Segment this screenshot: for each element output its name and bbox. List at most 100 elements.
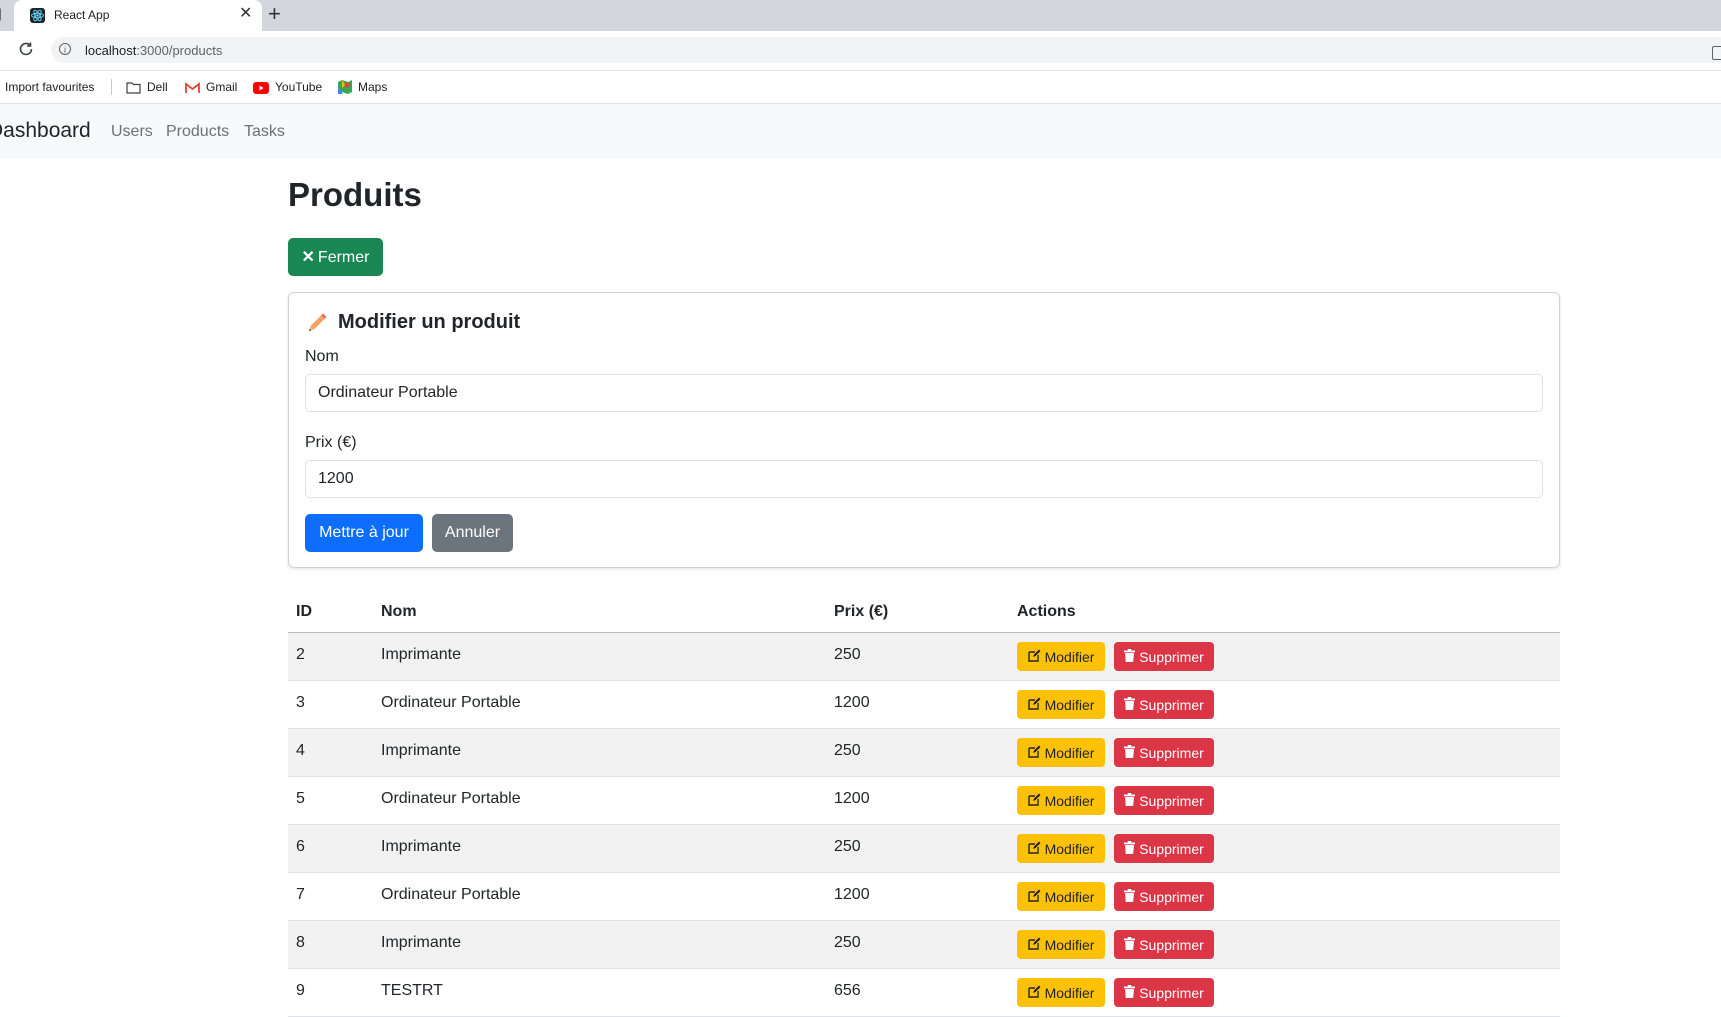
cell-nom: TESTRT	[381, 982, 443, 999]
new-tab-plus-icon[interactable]: +	[268, 3, 281, 25]
bookmark-youtube[interactable]: YouTube	[253, 80, 322, 94]
edit-row-button[interactable]: Modifier	[1017, 978, 1105, 1007]
table-row: 8 Imprimante 250 Modifier Supprimer	[288, 921, 1560, 969]
delete-row-label: Supprimer	[1139, 648, 1204, 665]
trash-icon	[1124, 648, 1136, 665]
edit-icon	[1027, 793, 1041, 809]
trash-icon	[1124, 792, 1136, 809]
previous-tab-edge[interactable]: ]	[0, 6, 2, 21]
cell-id: 8	[296, 934, 305, 951]
trash-icon	[1124, 696, 1136, 713]
edit-row-button[interactable]: Modifier	[1017, 642, 1105, 671]
bookmark-dell[interactable]: Dell	[126, 80, 168, 94]
edit-row-button[interactable]: Modifier	[1017, 738, 1105, 767]
maps-icon	[338, 80, 352, 94]
edit-row-button[interactable]: Modifier	[1017, 690, 1105, 719]
react-favicon-icon	[30, 8, 45, 23]
delete-row-button[interactable]: Supprimer	[1114, 978, 1214, 1007]
cell-id: 7	[296, 886, 305, 903]
delete-row-label: Supprimer	[1139, 984, 1204, 1001]
trash-icon	[1124, 744, 1136, 761]
close-form-button[interactable]: ✕ Fermer	[288, 238, 383, 276]
products-table: ID Nom Prix (€) Actions 2 Imprimante 250 Mo…	[288, 592, 1560, 1017]
delete-row-button[interactable]: Supprimer	[1114, 834, 1214, 863]
delete-row-label: Supprimer	[1139, 696, 1204, 713]
side-panel-icon[interactable]	[1712, 46, 1721, 60]
tab-close-icon[interactable]: ✕	[239, 6, 252, 22]
table-row: 2 Imprimante 250 Modifier Supprimer	[288, 633, 1560, 681]
edit-icon	[1027, 937, 1041, 953]
delete-row-button[interactable]: Supprimer	[1114, 930, 1214, 959]
table-body: 2 Imprimante 250 Modifier Supprimer 3 Ordinate…	[288, 633, 1560, 1017]
trash-icon	[1124, 984, 1136, 1001]
cell-nom: Imprimante	[381, 934, 462, 951]
edit-row-label: Modifier	[1044, 840, 1095, 857]
edit-product-card: Modifier un produit Nom Prix (€) Mettre …	[288, 292, 1560, 568]
folder-icon	[126, 82, 141, 94]
nav-link-tasks[interactable]: Tasks	[244, 123, 285, 141]
cell-prix: 250	[834, 838, 861, 855]
nav-link-products[interactable]: Products	[166, 123, 229, 141]
table-row: 9 TESTRT 656 Modifier Supprimer	[288, 969, 1560, 1017]
cancel-button[interactable]: Annuler	[432, 514, 513, 552]
browser-tab-strip: ] React App ✕ +	[0, 0, 1721, 31]
delete-row-button[interactable]: Supprimer	[1114, 786, 1214, 815]
header-nom: Nom	[381, 603, 417, 620]
table-row: 7 Ordinateur Portable 1200 Modifier Supprime…	[288, 873, 1560, 921]
trash-icon	[1124, 840, 1136, 857]
bookmark-label: YouTube	[275, 80, 323, 94]
delete-row-button[interactable]: Supprimer	[1114, 690, 1214, 719]
edit-row-button[interactable]: Modifier	[1017, 930, 1105, 959]
delete-row-button[interactable]: Supprimer	[1114, 738, 1214, 767]
close-x-icon: ✕	[301, 249, 315, 266]
bookmark-label: Import favourites	[5, 80, 95, 94]
pencil-icon	[309, 313, 327, 331]
cell-prix: 250	[834, 646, 861, 663]
delete-row-label: Supprimer	[1139, 744, 1204, 761]
browser-tab-react-app[interactable]: React App ✕	[14, 0, 262, 31]
edit-row-button[interactable]: Modifier	[1017, 834, 1105, 863]
table-row: 4 Imprimante 250 Modifier Supprimer	[288, 729, 1560, 777]
navbar-brand[interactable]: Dashboard	[0, 119, 91, 143]
table-header: ID Nom Prix (€) Actions	[288, 592, 1560, 633]
site-info-icon[interactable]: i	[59, 43, 71, 55]
edit-row-label: Modifier	[1044, 984, 1095, 1001]
cell-nom: Ordinateur Portable	[381, 790, 521, 807]
edit-row-label: Modifier	[1044, 888, 1095, 905]
bookmarks-bar: Import favourites Dell Gmail YouTube Map…	[0, 71, 1721, 104]
youtube-icon	[253, 82, 269, 94]
price-input[interactable]	[305, 460, 1543, 498]
table-row: 6 Imprimante 250 Modifier Supprimer	[288, 825, 1560, 873]
page-title: Produits	[288, 176, 422, 213]
cell-prix: 1200	[834, 886, 870, 903]
nav-link-users[interactable]: Users	[111, 123, 153, 141]
bookmark-import-favourites[interactable]: Import favourites	[5, 80, 94, 94]
edit-row-button[interactable]: Modifier	[1017, 786, 1105, 815]
delete-row-label: Supprimer	[1139, 840, 1204, 857]
address-bar[interactable]: i localhost:3000/products	[51, 37, 1721, 63]
update-button[interactable]: Mettre à jour	[305, 514, 423, 552]
header-actions: Actions	[1017, 603, 1076, 620]
header-id: ID	[296, 603, 312, 620]
delete-row-button[interactable]: Supprimer	[1114, 882, 1214, 911]
bookmark-maps[interactable]: Maps	[338, 80, 387, 94]
name-input[interactable]	[305, 374, 1543, 412]
cell-id: 4	[296, 742, 305, 759]
edit-icon	[1027, 985, 1041, 1001]
reload-icon[interactable]	[17, 40, 35, 58]
edit-form-title: Modifier un produit	[338, 311, 521, 333]
edit-row-label: Modifier	[1044, 936, 1095, 953]
cell-prix: 1200	[834, 694, 870, 711]
trash-icon	[1124, 936, 1136, 953]
edit-row-button[interactable]: Modifier	[1017, 882, 1105, 911]
cell-id: 2	[296, 646, 305, 663]
bookmark-gmail[interactable]: Gmail	[185, 80, 237, 94]
delete-row-label: Supprimer	[1139, 792, 1204, 809]
cell-id: 6	[296, 838, 305, 855]
edit-row-label: Modifier	[1044, 696, 1095, 713]
close-form-label: Fermer	[317, 249, 370, 266]
delete-row-button[interactable]: Supprimer	[1114, 642, 1214, 671]
edit-row-label: Modifier	[1044, 744, 1095, 761]
edit-icon	[1027, 697, 1041, 713]
table-row: 5 Ordinateur Portable 1200 Modifier Supprime…	[288, 777, 1560, 825]
